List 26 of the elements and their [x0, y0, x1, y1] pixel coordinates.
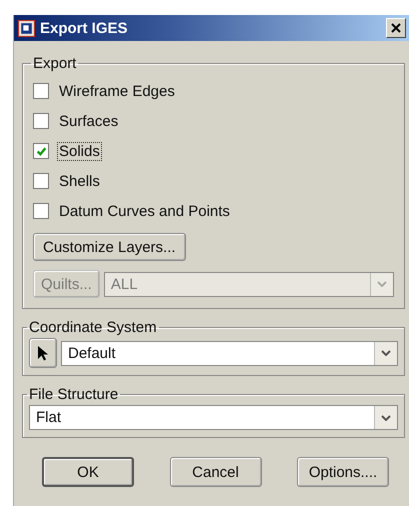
checkbox-label[interactable]: Datum Curves and Points	[57, 202, 232, 220]
group-label: Coordinate System	[28, 319, 158, 336]
checkbox[interactable]	[33, 143, 49, 159]
checkbox[interactable]	[33, 203, 49, 219]
dialog-button[interactable]: Options....	[297, 457, 389, 487]
checkbox[interactable]	[33, 113, 49, 129]
check-icon	[36, 146, 46, 156]
cursor-arrow-icon	[37, 345, 49, 361]
window-icon	[18, 20, 35, 36]
dialog-button[interactable]: Cancel	[170, 457, 262, 487]
group-label: File Structure	[28, 386, 120, 403]
checkbox[interactable]	[33, 173, 49, 189]
customize-layers-button[interactable]: Customize Layers...	[33, 233, 186, 261]
file-structure-dropdown[interactable]: Flat	[29, 405, 398, 430]
checkbox-label[interactable]: Surfaces	[57, 112, 120, 130]
checkbox-label[interactable]: Wireframe Edges	[57, 82, 177, 100]
checkbox[interactable]	[33, 83, 49, 99]
close-button[interactable]	[386, 18, 406, 38]
window-title: Export IGES	[40, 20, 129, 36]
dialog-button[interactable]: OK	[42, 457, 134, 487]
checkbox-label[interactable]: Shells	[57, 172, 102, 190]
group-label: Export	[32, 55, 78, 72]
select-button[interactable]	[29, 338, 57, 368]
close-icon	[391, 23, 401, 33]
coordinate-system-dropdown[interactable]: Default	[61, 340, 398, 366]
checkbox-label[interactable]: Solids	[57, 142, 102, 160]
